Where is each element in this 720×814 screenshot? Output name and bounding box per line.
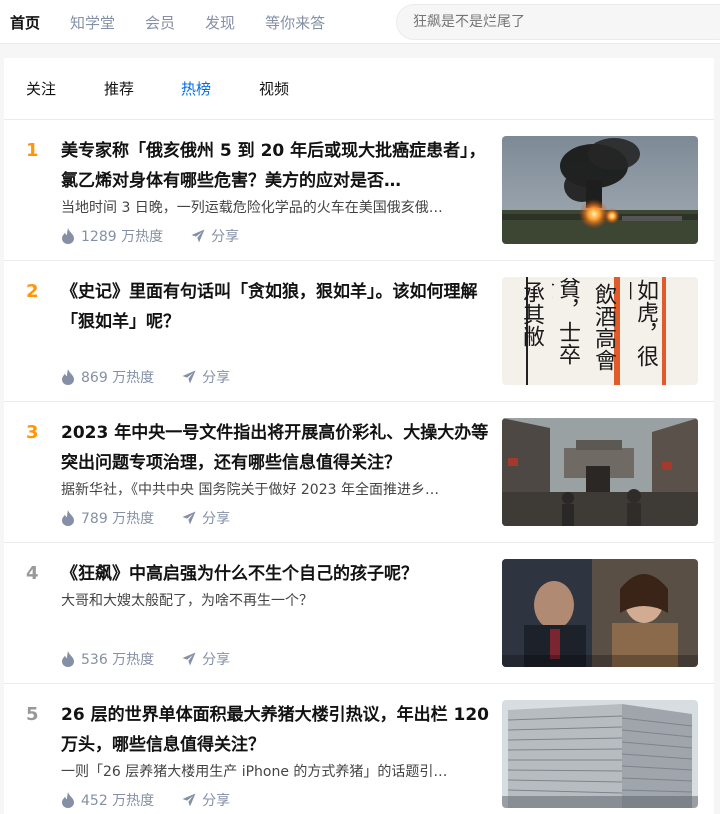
top-nav: 首页 知学堂 会员 发现 等你来答 [10,0,355,44]
heat-indicator: 869 万热度 [61,367,154,387]
nav-zhixuetang[interactable]: 知学堂 [70,12,115,33]
tab-video[interactable]: 视频 [259,78,289,99]
search-box [396,4,720,40]
hot-item-thumbnail[interactable] [502,559,698,667]
share-label: 分享 [202,511,231,527]
nav-waiting-answers[interactable]: 等你来答 [265,12,325,33]
hot-item[interactable]: 4 《狂飙》中高启强为什么不生个自己的孩子呢？ 大哥和大嫂太般配了，为啥不再生一… [4,543,714,684]
hot-item-thumbnail[interactable]: 如虎，很如 飲酒高會 貧，士卒食 承其敝 [502,277,698,385]
hot-item[interactable]: 1 美专家称「俄亥俄州 5 到 20 年后或现大批癌症患者」，氯乙烯对身体有哪些… [4,120,714,261]
hot-item-excerpt: 据新华社，《中共中央 国务院关于做好 2023 年全面推进乡… [61,482,439,498]
share-button[interactable]: 分享 [182,367,230,387]
hot-item-title[interactable]: 美专家称「俄亥俄州 5 到 20 年后或现大批癌症患者」，氯乙烯对身体有哪些危害… [61,136,493,196]
hot-item-excerpt: 一则「26 层养猪大楼用生产 iPhone 的方式养猪」的话题引… [61,764,448,780]
share-label: 分享 [202,370,231,386]
hot-item-meta: 869 万热度 分享 [61,367,230,387]
hot-item-meta: 536 万热度 分享 [61,649,230,669]
hot-item[interactable]: 3 2023 年中央一号文件指出将开展高价彩礼、大操大办等突出问题专项治理，还有… [4,402,714,543]
nav-discover[interactable]: 发现 [205,12,235,33]
heat-text: 1289 万热度 [81,229,164,245]
calligraphy-text: 如虎，很如 [630,279,658,367]
hot-item-title[interactable]: 2023 年中央一号文件指出将开展高价彩礼、大操大办等突出问题专项治理，还有哪些… [61,418,493,478]
hot-item-meta: 789 万热度 分享 [61,508,230,528]
tab-recommend[interactable]: 推荐 [104,78,134,99]
heat-text: 869 万热度 [81,370,155,386]
hot-item-thumbnail[interactable] [502,136,698,244]
share-label: 分享 [211,229,240,245]
nav-home[interactable]: 首页 [10,12,40,33]
nav-membership[interactable]: 会员 [145,12,175,33]
hot-item-excerpt: 当地时间 3 日晚，一列运载危险化学品的火车在美国俄亥俄… [61,200,443,216]
heat-text: 536 万热度 [81,652,155,668]
hot-item-thumbnail[interactable] [502,418,698,526]
fire-icon [62,792,74,808]
search-input[interactable] [397,5,697,39]
heat-indicator: 789 万热度 [61,508,154,528]
hot-list-card: 关注 推荐 热榜 视频 1 美专家称「俄亥俄州 5 到 20 年后或现大批癌症患… [4,58,714,814]
share-button[interactable]: 分享 [182,508,230,528]
hot-item-meta: 452 万热度 分享 [61,790,230,810]
fire-icon [62,228,74,244]
heat-indicator: 1289 万热度 [61,226,163,246]
rank-number: 4 [26,563,39,584]
paper-plane-icon [182,511,196,525]
hot-item-title[interactable]: 《史记》里面有句话叫「贪如狼，狠如羊」。该如何理解「狠如羊」呢？ [61,277,493,337]
calligraphy-text: 承其敝 [519,281,544,347]
fire-icon [62,651,74,667]
share-button[interactable]: 分享 [182,790,230,810]
hot-item-thumbnail[interactable] [502,700,698,808]
feed-tabs: 关注 推荐 热榜 视频 [4,58,714,120]
train-fire-image [502,136,698,244]
hot-item-excerpt: 大哥和大嫂太般配了，为啥不再生一个？ [61,593,313,609]
hot-item-title[interactable]: 26 层的世界单体面积最大养猪大楼引热议，年出栏 120 万头，哪些信息值得关注… [61,700,493,760]
share-label: 分享 [202,652,231,668]
hot-item[interactable]: 2 《史记》里面有句话叫「贪如狼，狠如羊」。该如何理解「狠如羊」呢？ 869 万… [4,261,714,402]
tab-follow[interactable]: 关注 [26,78,56,99]
street-scene-image [502,418,698,526]
paper-plane-icon [191,229,205,243]
paper-plane-icon [182,793,196,807]
drama-scene-image [502,559,698,667]
fire-icon [62,369,74,385]
share-button[interactable]: 分享 [182,649,230,669]
heat-indicator: 536 万热度 [61,649,154,669]
rank-number: 5 [26,704,39,725]
paper-plane-icon [182,370,196,384]
heat-text: 452 万热度 [81,793,155,809]
fire-icon [62,510,74,526]
heat-text: 789 万热度 [81,511,155,527]
share-label: 分享 [202,793,231,809]
calligraphy-text: 貧，士卒食 [552,277,580,365]
top-bar: 首页 知学堂 会员 发现 等你来答 [0,0,720,44]
rank-number: 3 [26,422,39,443]
hot-item-title[interactable]: 《狂飙》中高启强为什么不生个自己的孩子呢？ [61,559,493,589]
pig-building-image [502,700,698,808]
paper-plane-icon [182,652,196,666]
share-button[interactable]: 分享 [191,226,239,246]
hot-item-meta: 1289 万热度 分享 [61,226,239,246]
calligraphy-text: 飲酒高會 [591,283,616,371]
tab-hot[interactable]: 热榜 [181,78,211,99]
rank-number: 2 [26,281,39,302]
heat-indicator: 452 万热度 [61,790,154,810]
hot-item[interactable]: 5 26 层的世界单体面积最大养猪大楼引热议，年出栏 120 万头，哪些信息值得… [4,684,714,814]
rank-number: 1 [26,140,39,161]
